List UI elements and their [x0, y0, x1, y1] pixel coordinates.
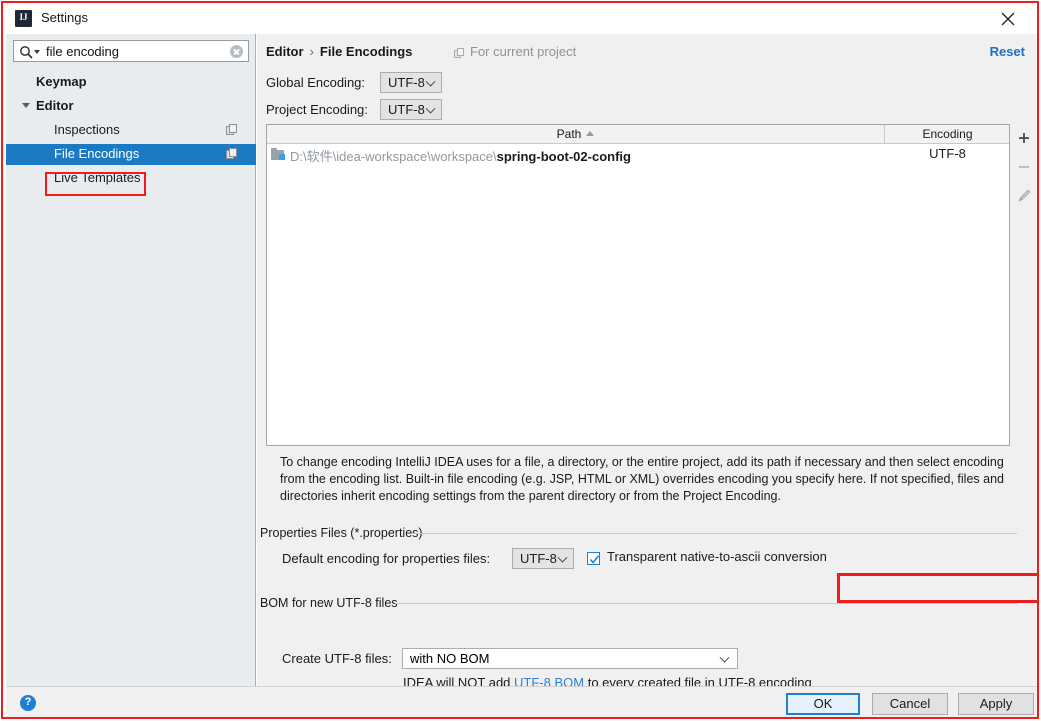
chevron-down-icon [425, 103, 436, 114]
properties-group-title: Properties Files (*.properties) [260, 526, 429, 540]
search-input[interactable] [44, 42, 224, 61]
create-utf8-files-select[interactable]: with NO BOM [402, 648, 738, 669]
apply-button[interactable]: Apply [958, 693, 1034, 715]
sidebar-item-file-encodings[interactable]: File Encodings [6, 144, 256, 165]
project-encoding-value: UTF-8 [388, 102, 425, 117]
for-current-project-label: For current project [470, 44, 577, 59]
settings-dialog: Settings Keymap Editor Inspections File Enc… [3, 3, 1038, 718]
search-icon [19, 45, 33, 64]
default-properties-encoding-select[interactable]: UTF-8 [512, 548, 574, 569]
global-encoding-value: UTF-8 [388, 75, 425, 90]
column-header-path-label: Path [556, 127, 582, 141]
file-encodings-panel: Editor › File Encodings For current projec… [257, 34, 1038, 690]
table-toolbar [1010, 124, 1038, 446]
search-dropdown-caret-icon[interactable] [34, 50, 40, 54]
table-cell-path: D:\软件\idea-workspace\workspace\spring-bo… [290, 146, 631, 165]
title-bar: Settings [3, 3, 1038, 34]
plus-icon [1019, 133, 1029, 143]
path-prefix: D:\软件\idea-workspace\workspace\ [290, 149, 497, 164]
pencil-icon [1018, 189, 1031, 202]
bom-group-divider [395, 603, 1017, 604]
search-box[interactable] [13, 40, 249, 62]
sidebar-item-label: Editor [36, 98, 74, 113]
ok-button[interactable]: OK [786, 693, 860, 715]
intellij-idea-icon [15, 10, 32, 27]
transparent-native-to-ascii-label: Transparent native-to-ascii conversion [607, 549, 827, 564]
settings-sidebar: Keymap Editor Inspections File Encodings Liv… [6, 34, 256, 686]
project-scope-icon [454, 48, 465, 59]
sidebar-item-live-templates[interactable]: Live Templates [6, 168, 256, 189]
project-encoding-label: Project Encoding: [266, 102, 368, 117]
breadcrumb-parent[interactable]: Editor [266, 44, 304, 59]
chevron-down-icon [557, 552, 568, 563]
description-text: To change encoding IntelliJ IDEA uses fo… [280, 455, 1004, 503]
sidebar-item-label: Inspections [54, 122, 120, 137]
properties-group-divider [412, 533, 1017, 534]
help-label: ? [24, 696, 32, 708]
table-header: Path Encoding [267, 125, 1009, 144]
annotation-box-transparent-conversion [837, 573, 1038, 603]
sidebar-item-label: File Encodings [54, 146, 140, 161]
default-properties-encoding-label: Default encoding for properties files: [282, 551, 491, 566]
checkbox-checked-icon [587, 552, 600, 565]
encodings-table: Path Encoding D:\软件\idea-workspace\works… [266, 124, 1010, 446]
breadcrumb-separator: › [309, 44, 314, 59]
sidebar-item-editor[interactable]: Editor [6, 96, 256, 117]
global-encoding-label: Global Encoding: [266, 75, 366, 90]
sidebar-item-label: Live Templates [54, 170, 141, 185]
table-row[interactable]: D:\软件\idea-workspace\workspace\spring-bo… [267, 144, 1009, 164]
project-scope-icon [226, 148, 238, 160]
help-icon[interactable]: ? [20, 695, 36, 711]
dialog-footer: ? OK Cancel Apply [6, 686, 1038, 718]
remove-button[interactable] [1010, 153, 1038, 181]
breadcrumb: Editor › File Encodings [266, 44, 412, 59]
bom-group-title: BOM for new UTF-8 files [260, 596, 404, 610]
column-header-encoding[interactable]: Encoding [886, 125, 1009, 143]
sort-ascending-icon [586, 131, 595, 136]
close-icon[interactable] [986, 3, 1030, 34]
cancel-button[interactable]: Cancel [872, 693, 948, 715]
project-scope-icon [226, 124, 238, 136]
window-title: Settings [41, 10, 88, 25]
table-cell-encoding[interactable]: UTF-8 [886, 146, 1009, 161]
global-encoding-select[interactable]: UTF-8 [380, 72, 442, 93]
reset-link[interactable]: Reset [990, 44, 1025, 59]
page-title: File Encodings [319, 44, 413, 59]
column-header-path[interactable]: Path [267, 125, 885, 143]
chevron-down-icon[interactable] [22, 103, 30, 108]
sidebar-item-keymap[interactable]: Keymap [6, 72, 256, 93]
chevron-down-icon [425, 76, 436, 87]
clear-icon[interactable] [230, 45, 243, 58]
path-name: spring-boot-02-config [496, 149, 631, 164]
default-properties-encoding-value: UTF-8 [520, 551, 557, 566]
sidebar-item-label: Keymap [36, 74, 87, 89]
sidebar-item-inspections[interactable]: Inspections [6, 120, 256, 141]
edit-button[interactable] [1010, 182, 1038, 210]
create-utf8-files-label: Create UTF-8 files: [282, 651, 392, 666]
folder-icon [271, 148, 286, 160]
minus-icon [1019, 166, 1029, 168]
project-encoding-select[interactable]: UTF-8 [380, 99, 442, 120]
chevron-down-icon [719, 652, 730, 663]
create-utf8-files-value: with NO BOM [410, 651, 490, 666]
add-button[interactable] [1010, 124, 1038, 152]
